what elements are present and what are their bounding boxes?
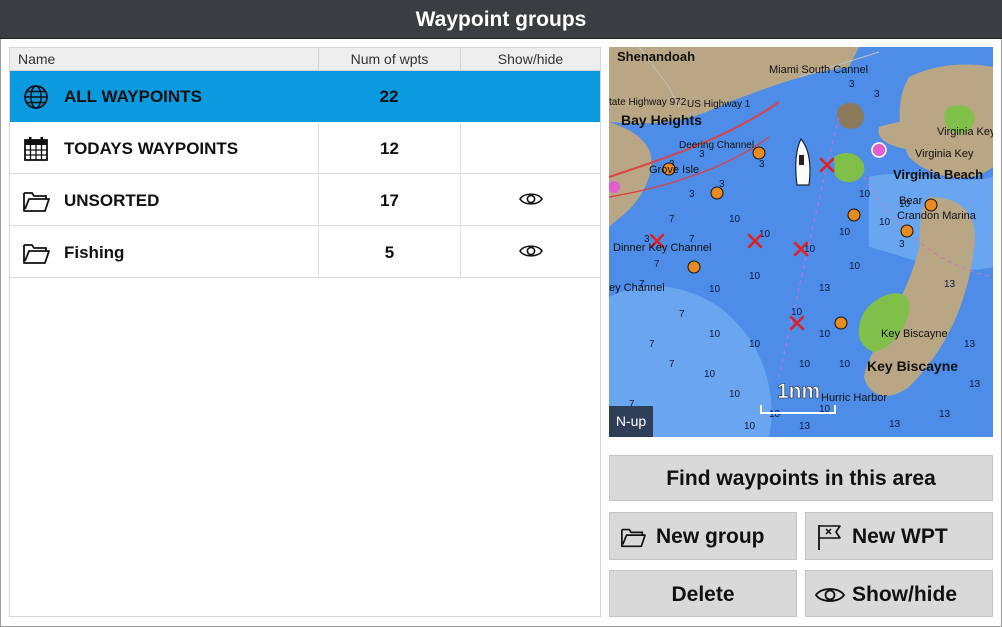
map-label: Miami South Cannel bbox=[769, 64, 868, 76]
svg-text:13: 13 bbox=[939, 409, 951, 420]
chart-map-graphic: 101010 101010 101310 777 7710 101010 777… bbox=[609, 47, 993, 437]
svg-text:10: 10 bbox=[849, 261, 861, 272]
svg-text:13: 13 bbox=[799, 421, 811, 432]
group-count: 17 bbox=[318, 175, 460, 226]
map-label: Hurric Harbor bbox=[821, 392, 887, 404]
new-group-button[interactable]: New group bbox=[609, 512, 797, 560]
new-group-label: New group bbox=[656, 525, 765, 548]
delete-label: Delete bbox=[671, 583, 735, 606]
map-label: Deering Channel bbox=[679, 140, 754, 151]
svg-text:3: 3 bbox=[759, 159, 765, 170]
app-window: Waypoint groups Name Num of wpts Show/hi… bbox=[0, 0, 1002, 627]
svg-text:10: 10 bbox=[859, 189, 871, 200]
orientation-mode[interactable]: N-up bbox=[609, 406, 653, 437]
svg-text:3: 3 bbox=[899, 239, 905, 250]
column-header-show-hide[interactable]: Show/hide bbox=[460, 48, 600, 71]
svg-text:10: 10 bbox=[769, 409, 781, 420]
list-header: Name Num of wpts Show/hide bbox=[10, 48, 600, 71]
svg-text:13: 13 bbox=[889, 419, 901, 430]
svg-text:13: 13 bbox=[819, 283, 831, 294]
folder-icon bbox=[23, 244, 50, 264]
svg-text:10: 10 bbox=[839, 227, 851, 238]
map-label: Bear bbox=[899, 195, 923, 207]
map-label: Key Biscayne bbox=[867, 358, 958, 374]
map-label: ey Channel bbox=[609, 282, 665, 294]
show-hide-cell[interactable] bbox=[460, 123, 600, 174]
svg-text:7: 7 bbox=[679, 309, 685, 320]
column-header-num-wpts[interactable]: Num of wpts bbox=[318, 48, 460, 71]
group-name: UNSORTED bbox=[64, 191, 160, 210]
group-name: TODAYS WAYPOINTS bbox=[64, 139, 239, 158]
map-label: Grove Isle bbox=[649, 164, 699, 176]
svg-text:10: 10 bbox=[749, 271, 761, 282]
svg-text:10: 10 bbox=[819, 329, 831, 340]
globe-icon bbox=[24, 85, 48, 109]
show-hide-cell[interactable] bbox=[460, 227, 600, 278]
map-label: Dinner Key Channel bbox=[613, 242, 711, 254]
svg-text:7: 7 bbox=[654, 259, 660, 270]
map-label: Virginia Key bbox=[915, 148, 974, 160]
svg-text:10: 10 bbox=[729, 214, 741, 225]
eye-icon bbox=[814, 588, 846, 602]
find-waypoints-button[interactable]: Find waypoints in this area bbox=[609, 455, 993, 501]
svg-text:10: 10 bbox=[709, 284, 721, 295]
show-hide-cell[interactable] bbox=[460, 175, 600, 226]
group-row-fishing[interactable]: Fishing 5 bbox=[10, 227, 600, 278]
svg-text:10: 10 bbox=[744, 421, 756, 432]
folder-icon bbox=[23, 192, 50, 212]
show-hide-button[interactable]: Show/hide bbox=[805, 570, 993, 617]
window-title: Waypoint groups bbox=[0, 0, 1002, 39]
svg-text:13: 13 bbox=[969, 379, 981, 390]
delete-button[interactable]: Delete bbox=[609, 570, 797, 617]
column-header-name[interactable]: Name bbox=[18, 48, 55, 71]
waypoint-flag-icon bbox=[818, 525, 841, 550]
group-row-all-waypoints[interactable]: ALL WAYPOINTS 22 bbox=[10, 71, 600, 122]
group-name: Fishing bbox=[64, 243, 125, 262]
eye-icon[interactable] bbox=[519, 243, 543, 259]
folder-icon bbox=[621, 528, 646, 548]
group-count: 12 bbox=[318, 123, 460, 174]
svg-text:13: 13 bbox=[944, 279, 956, 290]
svg-text:7: 7 bbox=[669, 359, 675, 370]
map-label: Key Biscayne bbox=[881, 328, 948, 340]
svg-text:10: 10 bbox=[879, 217, 891, 228]
chart-scale: 1nm bbox=[777, 380, 820, 403]
group-row-unsorted[interactable]: UNSORTED 17 bbox=[10, 175, 600, 226]
group-name: ALL WAYPOINTS bbox=[64, 87, 202, 106]
find-waypoints-label: Find waypoints in this area bbox=[666, 467, 936, 490]
show-hide-cell[interactable] bbox=[460, 71, 600, 122]
group-count: 22 bbox=[379, 87, 399, 106]
svg-text:3: 3 bbox=[849, 79, 855, 90]
svg-text:10: 10 bbox=[839, 359, 851, 370]
show-hide-label: Show/hide bbox=[852, 583, 957, 606]
map-label: tate Highway 972 bbox=[609, 97, 687, 108]
svg-text:10: 10 bbox=[704, 369, 716, 380]
group-list: Name Num of wpts Show/hide ALL WAYPOINTS… bbox=[9, 47, 601, 617]
svg-text:10: 10 bbox=[799, 359, 811, 370]
map-label: Virginia Key bbox=[937, 126, 993, 138]
map-label: Crandon Marina bbox=[897, 210, 977, 222]
map-label: US Highway 1 bbox=[687, 99, 751, 110]
svg-text:3: 3 bbox=[874, 89, 880, 100]
map-label: Bay Heights bbox=[621, 112, 702, 128]
group-row-todays-waypoints[interactable]: TODAYS WAYPOINTS 12 bbox=[10, 123, 600, 174]
calendar-icon bbox=[24, 137, 48, 161]
svg-text:10: 10 bbox=[791, 307, 803, 318]
eye-icon[interactable] bbox=[519, 191, 543, 207]
map-label: Virginia Beach bbox=[893, 167, 983, 182]
svg-text:10: 10 bbox=[729, 389, 741, 400]
group-count: 5 bbox=[318, 227, 460, 278]
map-label: Shenandoah bbox=[617, 49, 695, 64]
chart-preview[interactable]: 10 10 10 10 10 10 10 13 10 777 7 7 10 10 10 10 777… bbox=[609, 47, 993, 437]
new-wpt-label: New WPT bbox=[852, 525, 948, 548]
svg-text:7: 7 bbox=[649, 339, 655, 350]
svg-text:10: 10 bbox=[749, 339, 761, 350]
svg-text:10: 10 bbox=[709, 329, 721, 340]
svg-text:13: 13 bbox=[964, 339, 976, 350]
new-wpt-button[interactable]: New WPT bbox=[805, 512, 993, 560]
svg-text:7: 7 bbox=[669, 214, 675, 225]
svg-text:3: 3 bbox=[689, 189, 695, 200]
